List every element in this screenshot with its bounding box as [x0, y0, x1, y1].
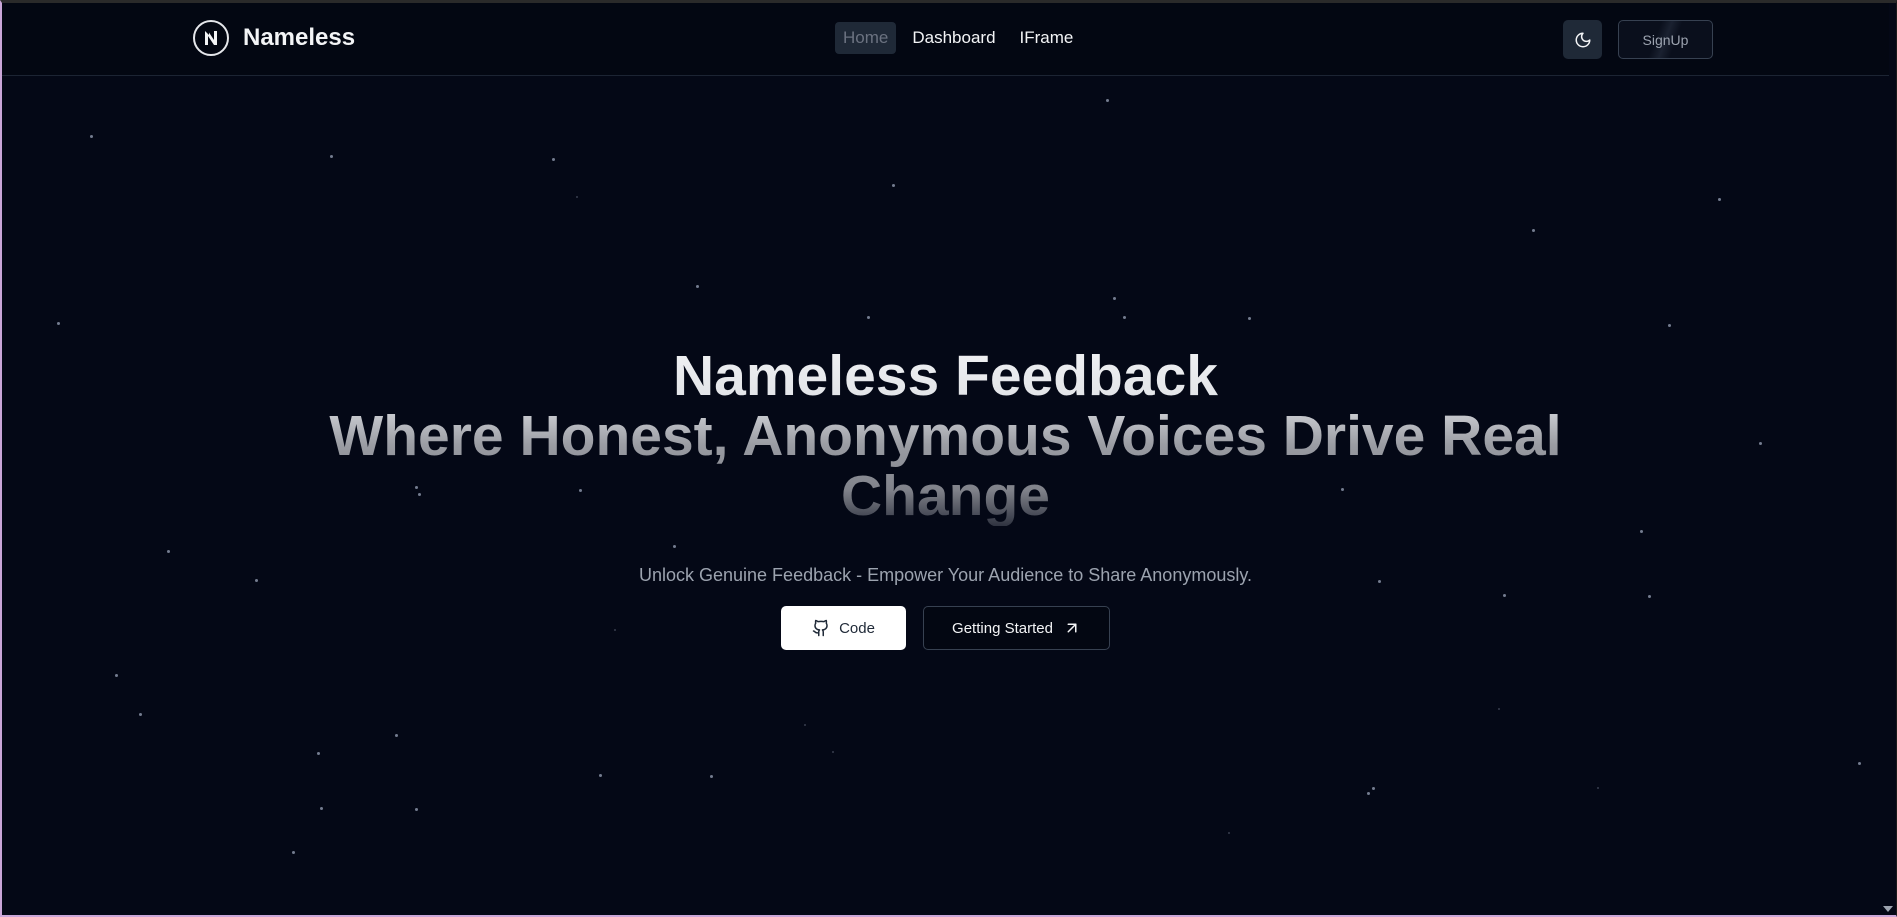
star: [167, 550, 170, 553]
getting-started-label: Getting Started: [952, 619, 1053, 637]
top-navbar: Nameless Home Dashboard IFrame SignUp: [2, 3, 1889, 76]
main-nav: Home Dashboard IFrame: [835, 22, 1081, 54]
brand-name: Nameless: [243, 24, 356, 51]
app-window: Nameless Home Dashboard IFrame SignUp Na…: [0, 0, 1897, 917]
star: [1367, 792, 1370, 795]
nav-link-home[interactable]: Home: [835, 22, 897, 54]
star: [115, 674, 118, 677]
star: [1597, 787, 1599, 789]
star: [1106, 99, 1109, 102]
star: [1668, 324, 1671, 327]
cta-buttons: Code Getting Started: [781, 606, 1110, 650]
star: [1248, 317, 1251, 320]
star: [576, 196, 578, 198]
star: [57, 322, 60, 325]
star: [1858, 762, 1861, 765]
scrollbar-down-arrow[interactable]: [1883, 906, 1893, 912]
hero-title-line-3: Change: [840, 464, 1051, 528]
star: [317, 752, 320, 755]
hero-subtitle: Unlock Genuine Feedback - Empower Your A…: [638, 565, 1253, 585]
star: [552, 158, 555, 161]
star: [1648, 595, 1651, 598]
star: [867, 316, 870, 319]
star: [1372, 787, 1375, 790]
signup-button[interactable]: SignUp: [1618, 20, 1713, 59]
star: [892, 184, 895, 187]
star: [1498, 708, 1500, 710]
getting-started-button[interactable]: Getting Started: [923, 606, 1110, 650]
star: [415, 808, 418, 811]
star: [1503, 594, 1506, 597]
star: [1640, 530, 1643, 533]
hero-title-line-1: Nameless Feedback: [673, 344, 1218, 408]
brand[interactable]: Nameless: [193, 20, 355, 56]
star: [1123, 316, 1126, 319]
star: [320, 807, 323, 810]
star: [1113, 297, 1116, 300]
star: [1228, 832, 1230, 834]
moon-icon: [1575, 32, 1590, 47]
code-button-label: Code: [839, 619, 875, 637]
star: [395, 734, 398, 737]
star: [90, 135, 93, 138]
star: [673, 545, 676, 548]
star: [832, 751, 834, 753]
star: [599, 774, 602, 777]
star: [1532, 229, 1535, 232]
code-button[interactable]: Code: [781, 606, 906, 650]
github-icon: [812, 619, 828, 637]
star: [696, 285, 699, 288]
star: [1718, 198, 1721, 201]
hero-title: Nameless Feedback Where Honest, Anonymou…: [2, 346, 1889, 526]
arrow-up-right-icon: [1067, 623, 1077, 633]
nav-link-iframe[interactable]: IFrame: [1012, 22, 1082, 54]
star: [292, 851, 295, 854]
star: [804, 724, 806, 726]
star: [139, 713, 142, 716]
hero-title-line-2: Where Honest, Anonymous Voices Drive Rea…: [329, 404, 1562, 468]
logo-icon: [193, 20, 229, 56]
nav-link-dashboard[interactable]: Dashboard: [904, 22, 1003, 54]
theme-toggle-button[interactable]: [1563, 20, 1602, 59]
star: [614, 629, 616, 631]
star: [330, 155, 333, 158]
star: [710, 775, 713, 778]
